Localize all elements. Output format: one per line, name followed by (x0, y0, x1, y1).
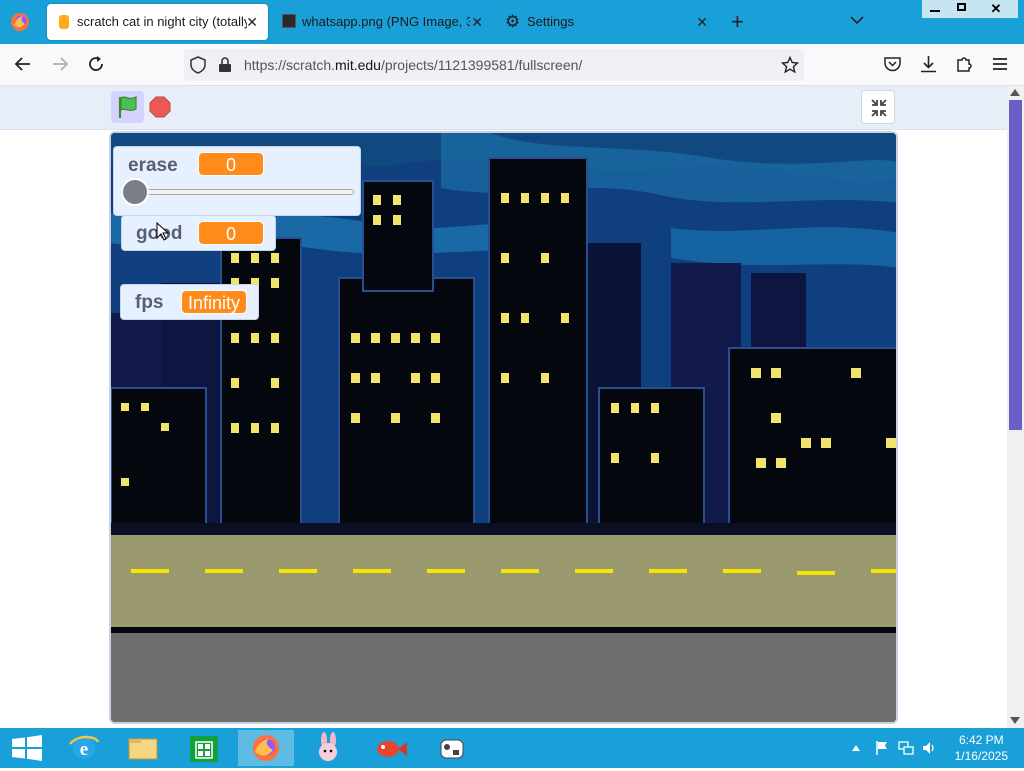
gear-icon: ⚙ (505, 12, 521, 31)
shield-icon[interactable] (190, 56, 206, 79)
new-tab-icon[interactable]: + (731, 9, 744, 35)
tab-scratch-project[interactable]: scratch cat in night city (totally ✕ (47, 4, 268, 40)
back-arrow-icon[interactable] (14, 55, 32, 78)
green-flag-button[interactable] (111, 91, 144, 123)
project-controls (0, 86, 1007, 130)
close-tab-icon[interactable]: ✕ (246, 14, 258, 31)
image-tab-icon (282, 14, 296, 28)
clock-time: 6:42 PM (958, 733, 1004, 747)
green-flag-icon (118, 95, 137, 118)
volume-icon[interactable] (921, 740, 937, 761)
network-icon[interactable] (898, 740, 914, 761)
project-stage[interactable]: erase 0 good 0 fps Infinity (109, 131, 898, 724)
download-icon[interactable] (920, 55, 937, 78)
firefox-menu-icon[interactable] (10, 12, 30, 32)
windows-taskbar: e 6:42 PM 1/16/2025 (0, 728, 1024, 768)
close-tab-icon[interactable]: ✕ (696, 14, 708, 31)
internet-explorer-icon[interactable]: e (56, 730, 112, 766)
variable-monitor-erase: erase 0 (113, 146, 361, 216)
extensions-icon[interactable] (956, 55, 973, 78)
tab-title: whatsapp.png (PNG Image, 34 (302, 14, 470, 29)
close-tab-icon[interactable]: ✕ (471, 14, 483, 31)
stop-icon (149, 96, 171, 118)
pocket-icon[interactable] (884, 56, 901, 77)
monitor-label: fps (135, 292, 164, 313)
start-button[interactable] (0, 730, 56, 766)
star-icon[interactable] (780, 55, 800, 79)
exit-fullscreen-button[interactable] (861, 90, 895, 124)
mouse-cursor-icon (156, 222, 170, 241)
stop-button[interactable] (149, 96, 171, 118)
lock-icon[interactable] (218, 57, 232, 78)
monitor-value: 0 (198, 221, 264, 245)
forward-arrow-icon[interactable] (51, 55, 69, 78)
svg-text:e: e (80, 739, 88, 760)
browser-tab-bar: scratch cat in night city (totally ✕ wha… (0, 0, 1024, 44)
system-clock[interactable]: 6:42 PM 1/16/2025 (955, 732, 1008, 764)
windows-logo-icon (12, 735, 42, 761)
clock-date: 1/16/2025 (954, 749, 1008, 763)
tab-whatsapp-image[interactable]: whatsapp.png (PNG Image, 34 ✕ (272, 4, 493, 40)
scroll-up-arrow-icon[interactable] (1010, 89, 1020, 96)
monitor-label: erase (128, 155, 178, 176)
close-window-button[interactable]: ✕ (974, 0, 1018, 18)
menu-icon[interactable] (992, 57, 1008, 76)
bunny-app-icon[interactable] (300, 730, 356, 766)
tab-title: Settings (527, 14, 574, 29)
exit-fullscreen-icon (871, 99, 887, 117)
scrollbar-thumb[interactable] (1009, 100, 1022, 430)
url-text[interactable]: https://scratch.mit.edu/projects/1121399… (244, 57, 582, 73)
store-icon[interactable] (176, 730, 232, 766)
restore-button[interactable] (948, 0, 974, 18)
address-bar[interactable]: https://scratch.mit.edu/projects/1121399… (184, 49, 804, 81)
variable-monitor-fps: fps Infinity (120, 284, 259, 320)
erase-slider-track[interactable] (132, 189, 354, 195)
cow-app-icon[interactable] (424, 730, 480, 766)
show-hidden-icons-chevron-up-icon[interactable] (852, 745, 860, 751)
variable-monitor-good: good 0 (121, 215, 276, 251)
tab-title: scratch cat in night city (totally (77, 14, 247, 29)
reload-icon[interactable] (87, 55, 105, 78)
file-explorer-icon[interactable] (115, 730, 171, 766)
scratch-tab-icon (59, 15, 69, 29)
scroll-down-arrow-icon[interactable] (1010, 717, 1020, 724)
erase-slider-knob[interactable] (121, 178, 149, 206)
navigation-toolbar: https://scratch.mit.edu/projects/1121399… (0, 44, 1024, 86)
list-tabs-chevron-down-icon[interactable] (850, 12, 864, 30)
tab-settings[interactable]: ⚙ Settings ✕ (497, 4, 718, 40)
action-center-flag-icon[interactable] (874, 740, 890, 761)
firefox-taskbar-icon[interactable] (238, 730, 294, 766)
monitor-value: 0 (198, 152, 264, 176)
fish-app-icon[interactable] (362, 730, 418, 766)
minimize-button[interactable] (922, 0, 948, 18)
monitor-value: Infinity (181, 290, 247, 314)
